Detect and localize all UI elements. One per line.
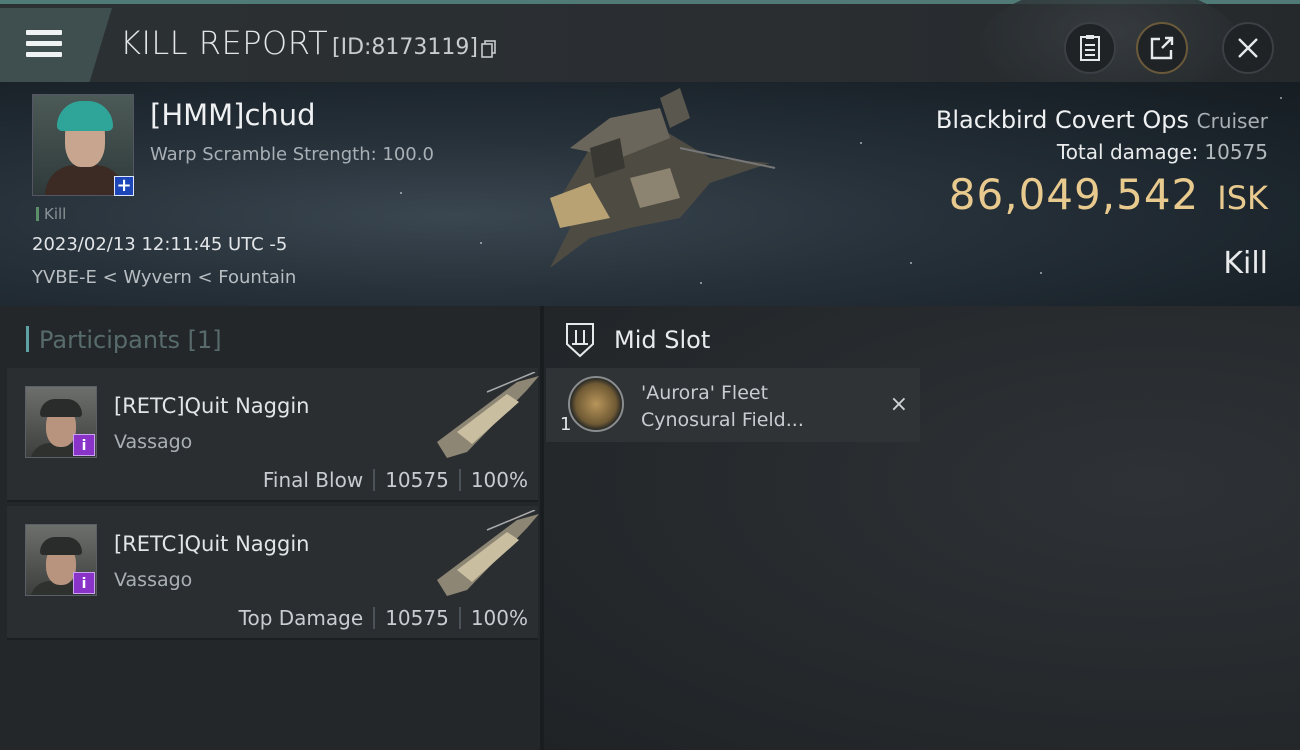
module-name: 'Aurora' Fleet Cynosural Field... (641, 380, 804, 434)
participant-row[interactable]: i [RETC]Quit Naggin Vassago Top Damage 10… (7, 506, 539, 640)
close-icon (1238, 38, 1258, 58)
add-contact-icon[interactable]: + (114, 176, 134, 196)
participant-ship-image (437, 510, 539, 596)
victim-name[interactable]: [HMM]chud (150, 98, 316, 132)
hamburger-menu-icon (26, 30, 62, 58)
participants-panel: Participants [1] i [RETC]Quit Naggin Vas… (0, 306, 542, 750)
participant-ship: Vassago (114, 569, 193, 591)
share-button[interactable] (1136, 22, 1188, 74)
slot-title: Mid Slot (614, 326, 711, 354)
participant-row[interactable]: i [RETC]Quit Naggin Vassago Final Blow 10… (7, 368, 539, 502)
module-item[interactable]: 1 'Aurora' Fleet Cynosural Field... × (546, 368, 920, 442)
participant-name: [RETC]Quit Naggin (114, 394, 310, 418)
info-icon[interactable]: i (73, 572, 95, 594)
total-damage-label: Total damage: (1056, 140, 1199, 164)
share-external-icon (1150, 36, 1174, 60)
star (860, 142, 862, 144)
isk-amount: 86,049,542 (948, 170, 1200, 219)
module-name-line2: Cynosural Field... (641, 409, 804, 431)
ship-class: Cruiser (1196, 109, 1268, 133)
star (400, 192, 402, 194)
participant-percent: 100% (470, 468, 528, 492)
star (1040, 272, 1042, 274)
notes-button[interactable] (1064, 22, 1116, 74)
module-quantity: 1 (560, 414, 572, 435)
page-title: KILL REPORT (120, 24, 329, 62)
participant-stats: Final Blow 10575 100% (263, 468, 528, 492)
participant-damage: 10575 (385, 606, 449, 630)
warp-scramble-strength: Warp Scramble Strength: 100.0 (150, 144, 434, 165)
isk-unit: ISK (1217, 179, 1268, 217)
kill-location[interactable]: YVBE-E < Wyvern < Fountain (32, 267, 296, 288)
title-bar: KILL REPORT [ID:8173119] (0, 0, 1300, 104)
participant-ship-image (437, 372, 539, 458)
participant-role: Top Damage (238, 606, 364, 630)
victim-ship-image[interactable] (530, 88, 780, 278)
clipboard-icon (1080, 35, 1100, 61)
participant-percent: 100% (470, 606, 528, 630)
ship-type: Blackbird Covert Ops (935, 106, 1189, 134)
close-button[interactable] (1222, 22, 1274, 74)
star (700, 282, 702, 284)
total-damage: Total damage: 10575 (1057, 140, 1268, 164)
destroyed-icon: × (889, 392, 908, 417)
participant-damage: 10575 (385, 468, 449, 492)
participant-stats: Top Damage 10575 100% (239, 606, 528, 630)
participant-ship: Vassago (114, 431, 193, 453)
cyno-field-icon (568, 376, 624, 432)
star (1280, 97, 1282, 99)
participant-name: [RETC]Quit Naggin (114, 532, 310, 556)
kill-result: Kill (1223, 246, 1268, 281)
star (910, 262, 912, 264)
menu-button[interactable] (0, 8, 112, 82)
participants-title: Participants [1] (26, 326, 222, 354)
kill-datetime: 2023/02/13 12:11:45 UTC -5 (32, 234, 288, 255)
info-icon[interactable]: i (73, 434, 95, 456)
mid-slot-icon (566, 323, 594, 358)
kill-summary: + [HMM]chud Warp Scramble Strength: 100.… (0, 82, 1300, 306)
total-damage-value: 10575 (1204, 140, 1268, 164)
participant-role: Final Blow (262, 468, 364, 492)
kill-id: [ID:8173119] (332, 35, 478, 60)
kill-tag: Kill (36, 205, 66, 223)
fitting-panel: Mid Slot 1 'Aurora' Fleet Cynosural Fiel… (544, 306, 1300, 750)
copy-icon[interactable] (481, 40, 497, 58)
star (480, 242, 482, 244)
ship-name[interactable]: Blackbird Covert Ops Cruiser (936, 106, 1268, 134)
isk-value: 86,049,542 ISK (949, 170, 1268, 219)
module-name-line1: 'Aurora' Fleet (641, 382, 769, 404)
